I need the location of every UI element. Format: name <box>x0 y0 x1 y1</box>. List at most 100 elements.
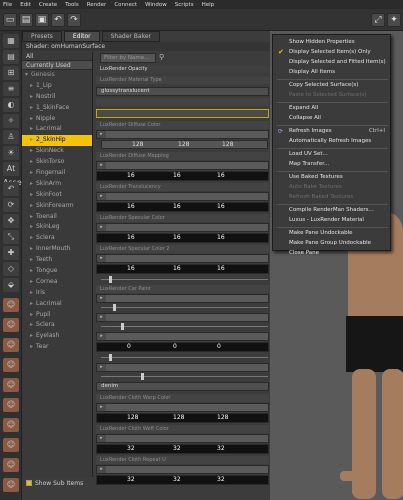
value-slider[interactable] <box>101 276 268 283</box>
menu-scripts[interactable]: Scripts <box>175 2 194 8</box>
expand-bar[interactable]: ▸ <box>96 332 269 341</box>
figure-thumbnail-icon[interactable]: ☺ <box>3 358 19 372</box>
translate-icon[interactable]: ✥ <box>3 214 19 228</box>
scene-icon[interactable]: ⊞ <box>3 66 19 80</box>
expand-bar[interactable]: ▸ <box>96 223 269 232</box>
figure-thumbnail-icon[interactable]: ☺ <box>3 438 19 452</box>
figure-thumbnail-icon[interactable]: ☺ <box>3 478 19 492</box>
menu-item[interactable]: Make Pane Undockable <box>274 229 391 238</box>
tree-item[interactable]: ▸ Sclera <box>22 233 92 244</box>
tree-item[interactable]: ▸ Iris <box>22 288 92 299</box>
menu-item[interactable]: Close Pane <box>274 249 391 258</box>
redo-icon[interactable]: ↷ <box>67 13 81 27</box>
content-library-icon[interactable]: ▤ <box>3 50 19 64</box>
checkbox-checked-icon[interactable] <box>26 480 32 486</box>
figure-thumbnail-icon[interactable]: ☺ <box>3 398 19 412</box>
menu-create[interactable]: Create <box>39 2 57 8</box>
figure-thumbnail-icon[interactable]: ☺ <box>3 298 19 312</box>
menu-tools[interactable]: Tools <box>65 2 79 8</box>
magnifier-icon[interactable]: ⚲ <box>159 53 164 61</box>
tab-presets[interactable]: Presets <box>22 31 62 42</box>
expand-bar[interactable]: ▸ <box>96 403 269 412</box>
expand-bar[interactable]: ▸ <box>96 161 269 170</box>
smart-content-icon[interactable]: ▦ <box>3 34 19 48</box>
rgb-channel-field[interactable]: 128 128 128 <box>101 140 268 149</box>
value-slider[interactable] <box>101 354 268 361</box>
menu-item[interactable]: Automatically Refresh Images <box>274 137 391 146</box>
tree-item[interactable]: ▸ SkinFoot <box>22 190 92 201</box>
tree-item[interactable]: ▸ SkinLeg <box>22 222 92 233</box>
menu-help[interactable]: Help <box>202 2 215 8</box>
figure-thumbnail-icon[interactable]: ☺ <box>3 418 19 432</box>
tree-all[interactable]: All <box>22 52 92 61</box>
value-slider[interactable] <box>101 373 268 380</box>
menu-window[interactable]: Window <box>145 2 167 8</box>
tree-item[interactable]: ▸ 1_SkinFace <box>22 103 92 114</box>
tree-item[interactable]: ▸ SkinTorso <box>22 157 92 168</box>
color-swatch[interactable]: 16 16 16 <box>96 264 269 274</box>
menu-item[interactable]: Display Selected and Fitted Item(s) <box>274 58 391 67</box>
tree-item[interactable]: ▸ Nostril <box>22 92 92 103</box>
color-swatch[interactable]: 0 0 0 <box>96 342 269 352</box>
shaping-icon[interactable]: ✧ <box>3 114 19 128</box>
tree-item[interactable]: ▸ 1_Lip <box>22 81 92 92</box>
tree-item[interactable]: ▸ SkinNeck <box>22 146 92 157</box>
expand-bar[interactable]: ▸ <box>96 363 269 372</box>
figure-thumbnail-icon[interactable]: ☺ <box>3 318 19 332</box>
tree-item[interactable]: ▸ SkinForearm <box>22 201 92 212</box>
slider-knob[interactable] <box>109 276 112 283</box>
menu-item[interactable]: Luxus - LuxRender Material <box>274 216 391 225</box>
color-swatch[interactable]: 32 32 32 <box>96 475 269 485</box>
color-swatch[interactable]: 16 16 16 <box>96 171 269 181</box>
menu-item[interactable]: Collapse All <box>274 114 391 123</box>
menu-item[interactable]: Make Pane Group Undockable <box>274 239 391 248</box>
menu-item[interactable]: ⟳ Refresh Images Ctrl+I <box>274 127 391 136</box>
undo-icon[interactable]: ↶ <box>51 13 65 27</box>
preset-value[interactable]: denim <box>96 382 269 391</box>
surface-selection-icon[interactable]: ✦ <box>387 13 401 27</box>
tree-item[interactable]: ▸ Tongue <box>22 266 92 277</box>
tree-item[interactable]: ▸ Tear <box>22 342 92 353</box>
tree-item[interactable]: ▸ SkinArm <box>22 179 92 190</box>
figure-thumbnail-icon[interactable]: ☺ <box>3 378 19 392</box>
geometry-editor-icon[interactable]: ◇ <box>3 262 19 276</box>
tree-item[interactable]: ▸ 2_SkinHip <box>22 135 92 147</box>
tree-item[interactable]: ▸ Lacrimal <box>22 299 92 310</box>
menu-item[interactable]: Expand All <box>274 104 391 113</box>
menu-connect[interactable]: Connect <box>114 2 137 8</box>
slider-knob[interactable] <box>121 323 124 330</box>
tab-shader-baker[interactable]: Shader Baker <box>101 31 160 42</box>
menu-item[interactable]: Compile RenderMan Shaders... <box>274 206 391 215</box>
highlighted-field[interactable] <box>96 109 269 118</box>
node-weight-icon[interactable]: ⬙ <box>3 278 19 292</box>
material-type-value[interactable]: glossytranslucent <box>96 87 269 96</box>
tree-item[interactable]: ▸ Teeth <box>22 255 92 266</box>
surfaces-icon[interactable]: ◐ <box>3 98 19 112</box>
menu-item[interactable]: Map Transfer... <box>274 160 391 169</box>
scale-icon[interactable]: ⤡ <box>3 230 19 244</box>
menu-item[interactable]: Load UV Set... <box>274 150 391 159</box>
save-icon[interactable]: ▣ <box>35 13 49 27</box>
menu-item[interactable]: Copy Selected Surface(s) <box>274 81 391 90</box>
figure-thumbnail-icon[interactable]: ☺ <box>3 338 19 352</box>
lights-icon[interactable]: ☀ <box>3 146 19 160</box>
menu-item[interactable]: Display All Items <box>274 68 391 77</box>
expand-bar[interactable]: ▸ <box>96 130 269 139</box>
menu-file[interactable]: File <box>3 2 12 8</box>
tree-currently-used[interactable]: Currently Used <box>22 61 92 70</box>
tab-editor[interactable]: Editor <box>63 31 100 42</box>
tree-item[interactable]: ▸ InnerMouth <box>22 244 92 255</box>
tree-root[interactable]: ▾ Genesis <box>22 70 92 81</box>
new-scene-icon[interactable]: ▭ <box>3 13 17 27</box>
tree-item[interactable]: ▸ Eyelash <box>22 331 92 342</box>
parameters-icon[interactable]: ≡ <box>3 82 19 96</box>
color-swatch[interactable]: 16 16 16 <box>96 233 269 243</box>
tree-item[interactable]: ▸ Nipple <box>22 114 92 125</box>
expand-bar[interactable]: ▸ <box>96 313 269 322</box>
menu-edit[interactable]: Edit <box>20 2 31 8</box>
menu-item[interactable]: ✔ Display Selected Item(s) Only <box>274 48 391 57</box>
menu-render[interactable]: Render <box>87 2 107 8</box>
slider-knob[interactable] <box>113 304 116 311</box>
expand-bar[interactable]: ▸ <box>96 192 269 201</box>
tree-item[interactable]: ▸ Cornea <box>22 277 92 288</box>
